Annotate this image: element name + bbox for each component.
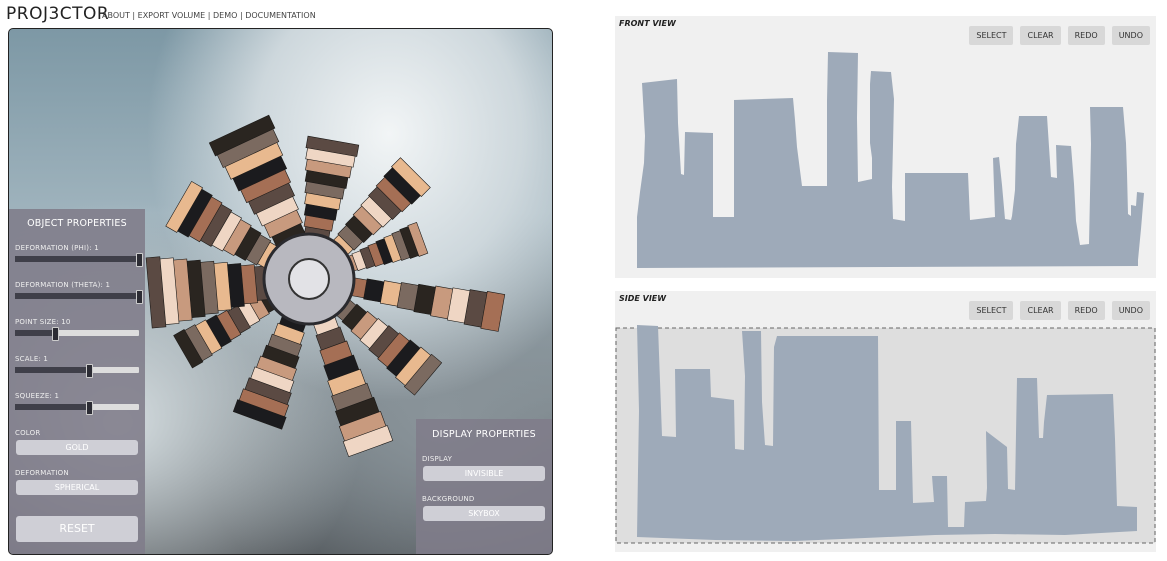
deformation-row: DEFORMATION SPHERICAL bbox=[9, 461, 145, 501]
color-row: COLOR GOLD bbox=[9, 421, 145, 461]
front-silhouette bbox=[637, 52, 1144, 268]
front-view-title: FRONT VIEW bbox=[619, 19, 676, 28]
display-properties-panel: DISPLAY PROPERTIES DISPLAY INVISIBLE BAC… bbox=[416, 419, 552, 554]
side-view-canvas[interactable] bbox=[615, 291, 1156, 552]
display-properties-title: DISPLAY PROPERTIES bbox=[432, 429, 536, 440]
slider-row: SCALE: 1 bbox=[9, 347, 145, 384]
slider-row: DEFORMATION (PHI): 1 bbox=[9, 236, 145, 273]
scale-label: SCALE: 1 bbox=[15, 355, 49, 363]
slider-row: DEFORMATION (THETA): 1 bbox=[9, 273, 145, 310]
nav-separator: | bbox=[205, 11, 213, 20]
nav-separator: | bbox=[129, 11, 138, 20]
nav-documentation[interactable]: DOCUMENTATION bbox=[245, 11, 315, 20]
front-clear-button[interactable]: CLEAR bbox=[1020, 26, 1061, 45]
3d-viewport[interactable]: OBJECT PROPERTIES DEFORMATION (PHI): 1 D… bbox=[8, 28, 553, 555]
side-view-title: SIDE VIEW bbox=[619, 294, 667, 303]
front-view-toolbar: SELECT CLEAR REDO UNDO bbox=[969, 26, 1150, 45]
side-redo-button[interactable]: REDO bbox=[1067, 301, 1105, 320]
slider-thumb[interactable] bbox=[136, 253, 143, 267]
side-view-panel: SIDE VIEW SELECT CLEAR REDO UNDO bbox=[615, 291, 1156, 552]
object-properties-title: OBJECT PROPERTIES bbox=[27, 218, 127, 229]
deformation-theta-label: DEFORMATION (THETA): 1 bbox=[15, 281, 111, 289]
display-label: DISPLAY bbox=[422, 455, 453, 463]
deformation-label: DEFORMATION bbox=[15, 469, 69, 477]
deformation-theta-slider[interactable] bbox=[15, 290, 143, 304]
deformation-phi-label: DEFORMATION (PHI): 1 bbox=[15, 244, 99, 252]
side-view-toolbar: SELECT CLEAR REDO UNDO bbox=[969, 301, 1150, 320]
display-select[interactable]: INVISIBLE bbox=[423, 466, 545, 481]
front-view-panel: FRONT VIEW SELECT CLEAR REDO UNDO bbox=[615, 16, 1156, 278]
side-clear-button[interactable]: CLEAR bbox=[1020, 301, 1061, 320]
object-properties-panel: OBJECT PROPERTIES DEFORMATION (PHI): 1 D… bbox=[9, 209, 145, 554]
squeeze-label: SQUEEZE: 1 bbox=[15, 392, 60, 400]
nav-export-volume[interactable]: EXPORT VOLUME bbox=[138, 11, 206, 20]
top-nav: ABOUT | EXPORT VOLUME | DEMO | DOCUMENTA… bbox=[102, 11, 316, 20]
front-view-canvas[interactable] bbox=[615, 16, 1156, 278]
background-label: BACKGROUND bbox=[422, 495, 475, 503]
front-redo-button[interactable]: REDO bbox=[1067, 26, 1105, 45]
app-title: PROJ3CTOR bbox=[6, 4, 110, 24]
side-undo-button[interactable]: UNDO bbox=[1111, 301, 1150, 320]
side-select-button[interactable]: SELECT bbox=[969, 301, 1014, 320]
color-label: COLOR bbox=[15, 429, 41, 437]
reset-button[interactable]: RESET bbox=[16, 516, 138, 542]
display-row: DISPLAY INVISIBLE bbox=[416, 447, 552, 487]
squeeze-slider[interactable] bbox=[15, 401, 139, 415]
background-select[interactable]: SKYBOX bbox=[423, 506, 545, 521]
background-row: BACKGROUND SKYBOX bbox=[416, 487, 552, 527]
front-undo-button[interactable]: UNDO bbox=[1111, 26, 1150, 45]
slider-thumb[interactable] bbox=[86, 401, 94, 415]
slider-row: POINT SIZE: 10 bbox=[9, 310, 145, 347]
slider-thumb[interactable] bbox=[136, 290, 143, 304]
color-select[interactable]: GOLD bbox=[16, 440, 138, 455]
front-select-button[interactable]: SELECT bbox=[969, 26, 1014, 45]
point-size-slider[interactable] bbox=[15, 327, 139, 341]
slider-thumb[interactable] bbox=[86, 364, 94, 378]
slider-row: SQUEEZE: 1 bbox=[9, 384, 145, 421]
slider-thumb[interactable] bbox=[51, 327, 59, 341]
scale-slider[interactable] bbox=[15, 364, 139, 378]
point-size-label: POINT SIZE: 10 bbox=[15, 318, 71, 326]
deformation-select[interactable]: SPHERICAL bbox=[16, 480, 138, 495]
deformation-phi-slider[interactable] bbox=[15, 253, 143, 267]
nav-about[interactable]: ABOUT bbox=[102, 11, 130, 20]
nav-demo[interactable]: DEMO bbox=[213, 11, 237, 20]
